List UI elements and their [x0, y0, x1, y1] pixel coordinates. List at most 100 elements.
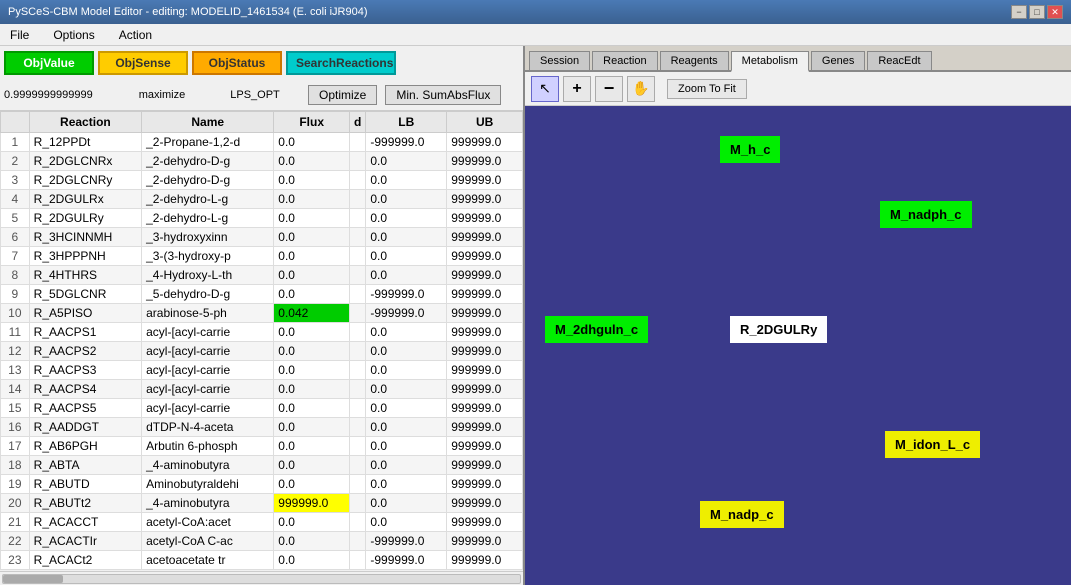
reaction-name[interactable]: R_2DGULRx — [29, 190, 141, 209]
reaction-name[interactable]: R_AB6PGH — [29, 437, 141, 456]
table-row[interactable]: 5 R_2DGULRy _2-dehydro-L-g 0.0 0.0 99999… — [1, 209, 523, 228]
table-row[interactable]: 22 R_ACACTIr acetyl-CoA C-ac 0.0 -999999… — [1, 532, 523, 551]
reaction-name[interactable]: R_AACPS1 — [29, 323, 141, 342]
canvas-node-R_2DGULRy[interactable]: R_2DGULRy — [730, 316, 827, 343]
close-button[interactable]: ✕ — [1047, 5, 1063, 19]
tab-metabolism[interactable]: Metabolism — [731, 51, 809, 72]
zoom-to-fit-button[interactable]: Zoom To Fit — [667, 79, 747, 99]
horizontal-scrollbar[interactable] — [0, 571, 523, 585]
obj-sense-button[interactable]: ObjSense — [98, 51, 188, 75]
lower-bound: 0.0 — [366, 437, 447, 456]
canvas-node-M_idon_L_c[interactable]: M_idon_L_c — [885, 431, 980, 458]
scrollbar-thumb[interactable] — [3, 575, 63, 583]
reaction-full-name: _4-aminobutyra — [142, 456, 274, 475]
table-row[interactable]: 6 R_3HCINNMH _3-hydroxyxinn 0.0 0.0 9999… — [1, 228, 523, 247]
obj-status-button[interactable]: ObjStatus — [192, 51, 282, 75]
canvas-node-M_nadp_c[interactable]: M_nadp_c — [700, 501, 784, 528]
col-header-name[interactable]: Name — [142, 112, 274, 133]
reaction-name[interactable]: R_ACACTIr — [29, 532, 141, 551]
canvas-node-M_h_c[interactable]: M_h_c — [720, 136, 780, 163]
tab-reaction[interactable]: Reaction — [592, 51, 657, 70]
tab-session[interactable]: Session — [529, 51, 590, 70]
reaction-name[interactable]: R_ACACt2 — [29, 551, 141, 570]
select-tool-button[interactable]: ↖ — [531, 76, 559, 102]
col-header-flux[interactable]: Flux — [274, 112, 350, 133]
reaction-name[interactable]: R_AADDGT — [29, 418, 141, 437]
reaction-name[interactable]: R_ABUTt2 — [29, 494, 141, 513]
reaction-name[interactable]: R_4HTHRS — [29, 266, 141, 285]
reaction-name[interactable]: R_A5PISO — [29, 304, 141, 323]
lower-bound: 0.0 — [366, 418, 447, 437]
reaction-name[interactable]: R_5DGLCNR — [29, 285, 141, 304]
canvas-node-M_2dhguln_c[interactable]: M_2dhguln_c — [545, 316, 648, 343]
reaction-name[interactable]: R_AACPS5 — [29, 399, 141, 418]
reaction-name[interactable]: R_2DGLCNRx — [29, 152, 141, 171]
table-row[interactable]: 8 R_4HTHRS _4-Hydroxy-L-th 0.0 0.0 99999… — [1, 266, 523, 285]
menu-options[interactable]: Options — [47, 26, 100, 44]
reaction-name[interactable]: R_12PPDt — [29, 133, 141, 152]
direction — [350, 266, 366, 285]
lower-bound: -999999.0 — [366, 532, 447, 551]
table-row[interactable]: 20 R_ABUTt2 _4-aminobutyra 999999.0 0.0 … — [1, 494, 523, 513]
table-row[interactable]: 13 R_AACPS3 acyl-[acyl-carrie 0.0 0.0 99… — [1, 361, 523, 380]
maximize-button[interactable]: □ — [1029, 5, 1045, 19]
col-header-ub[interactable]: UB — [447, 112, 523, 133]
reaction-name[interactable]: R_ABTA — [29, 456, 141, 475]
canvas-node-M_nadph_c[interactable]: M_nadph_c — [880, 201, 972, 228]
tab-genes[interactable]: Genes — [811, 51, 865, 70]
row-num: 3 — [1, 171, 30, 190]
table-row[interactable]: 15 R_AACPS5 acyl-[acyl-carrie 0.0 0.0 99… — [1, 399, 523, 418]
table-row[interactable]: 10 R_A5PISO arabinose-5-ph 0.042 -999999… — [1, 304, 523, 323]
table-row[interactable]: 9 R_5DGLCNR _5-dehydro-D-g 0.0 -999999.0… — [1, 285, 523, 304]
table-row[interactable]: 7 R_3HPPPNH _3-(3-hydroxy-p 0.0 0.0 9999… — [1, 247, 523, 266]
col-header-lb[interactable]: LB — [366, 112, 447, 133]
table-row[interactable]: 19 R_ABUTD Aminobutyraldehi 0.0 0.0 9999… — [1, 475, 523, 494]
reaction-name[interactable]: R_ACACCT — [29, 513, 141, 532]
search-reactions-button[interactable]: SearchReactions — [286, 51, 396, 75]
metabolism-canvas[interactable]: M_h_c M_nadph_c M_2dhguln_c R_2DGULRy M_idon… — [525, 106, 1071, 585]
table-row[interactable]: 11 R_AACPS1 acyl-[acyl-carrie 0.0 0.0 99… — [1, 323, 523, 342]
toolbar-row1: ObjValue ObjSense ObjStatus SearchReacti… — [0, 46, 523, 80]
zoom-in-button[interactable]: + — [563, 76, 591, 102]
reaction-name[interactable]: R_AACPS2 — [29, 342, 141, 361]
table-row[interactable]: 16 R_AADDGT dTDP-N-4-aceta 0.0 0.0 99999… — [1, 418, 523, 437]
left-panel: ObjValue ObjSense ObjStatus SearchReacti… — [0, 46, 525, 585]
col-header-reaction[interactable]: Reaction — [29, 112, 141, 133]
flux-value: 0.0 — [274, 475, 350, 494]
table-row[interactable]: 4 R_2DGULRx _2-dehydro-L-g 0.0 0.0 99999… — [1, 190, 523, 209]
lower-bound: 0.0 — [366, 209, 447, 228]
obj-value-button[interactable]: ObjValue — [4, 51, 94, 75]
row-num: 14 — [1, 380, 30, 399]
min-sum-abs-flux-button[interactable]: Min. SumAbsFlux — [385, 85, 501, 105]
upper-bound: 999999.0 — [447, 247, 523, 266]
table-row[interactable]: 17 R_AB6PGH Arbutin 6-phosph 0.0 0.0 999… — [1, 437, 523, 456]
reaction-name[interactable]: R_AACPS4 — [29, 380, 141, 399]
menu-file[interactable]: File — [4, 26, 35, 44]
table-row[interactable]: 14 R_AACPS4 acyl-[acyl-carrie 0.0 0.0 99… — [1, 380, 523, 399]
reaction-name[interactable]: R_AACPS3 — [29, 361, 141, 380]
table-row[interactable]: 18 R_ABTA _4-aminobutyra 0.0 0.0 999999.… — [1, 456, 523, 475]
reaction-name[interactable]: R_3HPPPNH — [29, 247, 141, 266]
tab-reacedt[interactable]: ReacEdt — [867, 51, 931, 70]
optimize-button[interactable]: Optimize — [308, 85, 377, 105]
reaction-name[interactable]: R_2DGLCNRy — [29, 171, 141, 190]
minimize-button[interactable]: − — [1011, 5, 1027, 19]
reaction-name[interactable]: R_ABUTD — [29, 475, 141, 494]
table-row[interactable]: 23 R_ACACt2 acetoacetate tr 0.0 -999999.… — [1, 551, 523, 570]
zoom-out-button[interactable]: − — [595, 76, 623, 102]
table-row[interactable]: 3 R_2DGLCNRy _2-dehydro-D-g 0.0 0.0 9999… — [1, 171, 523, 190]
reaction-name[interactable]: R_2DGULRy — [29, 209, 141, 228]
table-row[interactable]: 21 R_ACACCT acetyl-CoA:acet 0.0 0.0 9999… — [1, 513, 523, 532]
pan-tool-button[interactable]: ✋ — [627, 76, 655, 102]
scrollbar-track[interactable] — [2, 574, 521, 584]
menu-action[interactable]: Action — [113, 26, 158, 44]
table-row[interactable]: 2 R_2DGLCNRx _2-dehydro-D-g 0.0 0.0 9999… — [1, 152, 523, 171]
table-row[interactable]: 1 R_12PPDt _2-Propane-1,2-d 0.0 -999999.… — [1, 133, 523, 152]
reactions-table-container[interactable]: Reaction Name Flux d LB UB 1 R_12PPDt _2… — [0, 110, 523, 571]
flux-value: 0.0 — [274, 342, 350, 361]
col-header-d[interactable]: d — [350, 112, 366, 133]
table-row[interactable]: 12 R_AACPS2 acyl-[acyl-carrie 0.0 0.0 99… — [1, 342, 523, 361]
tab-reagents[interactable]: Reagents — [660, 51, 729, 70]
reaction-name[interactable]: R_3HCINNMH — [29, 228, 141, 247]
lower-bound: -999999.0 — [366, 304, 447, 323]
